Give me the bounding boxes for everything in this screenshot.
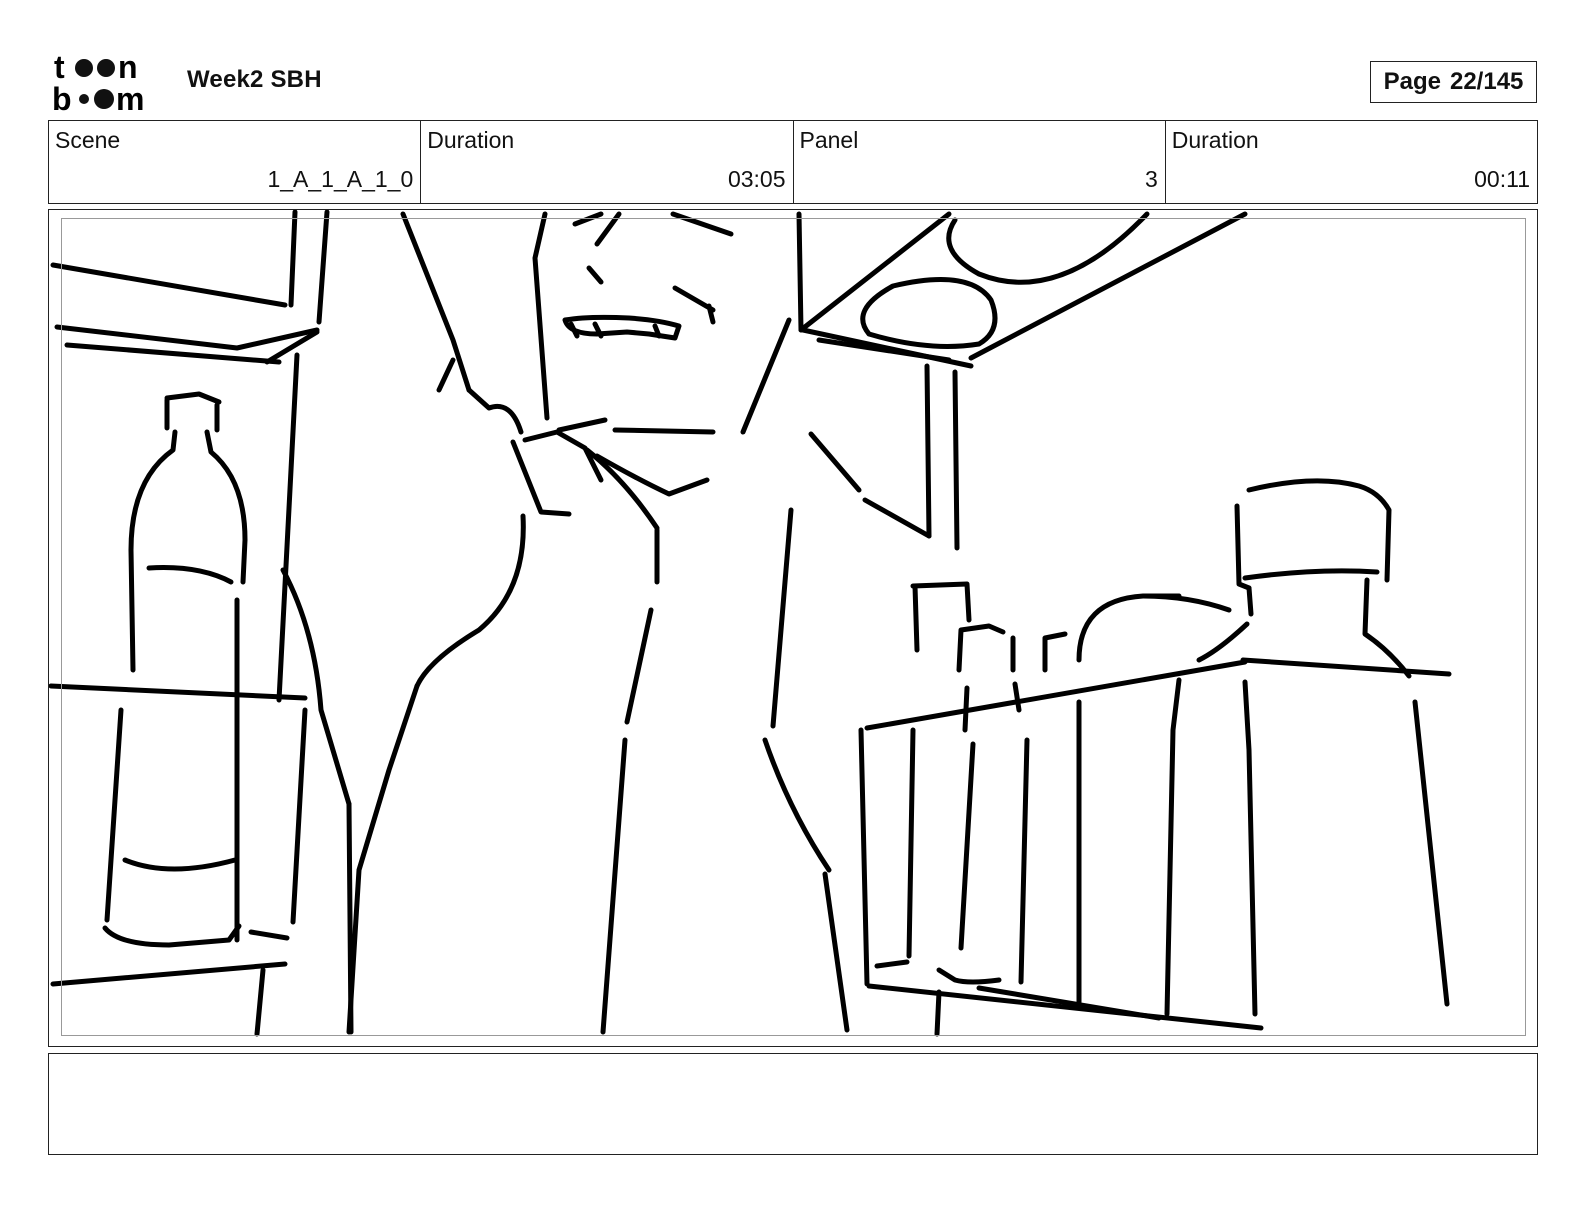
panel-info-table: Scene 1_A_1_A_1_0 Duration 03:05 Panel 3…: [48, 120, 1538, 204]
storyboard-sketch: [49, 210, 1452, 1037]
scene-duration-cell: Duration 03:05: [421, 121, 794, 203]
panel-duration-value: 00:11: [1474, 166, 1530, 192]
scene-cell: Scene 1_A_1_A_1_0: [49, 121, 422, 203]
panel-duration-cell: Duration 00:11: [1166, 121, 1537, 203]
scene-duration-value: 03:05: [727, 166, 786, 192]
storyboard-panel-image: [48, 209, 1538, 1047]
svg-text:t: t: [54, 50, 65, 85]
scene-value: 1_A_1_A_1_0: [267, 166, 414, 192]
dialogue-notes-box[interactable]: [48, 1053, 1538, 1155]
page-label: Page: [1383, 68, 1441, 95]
panel-cell: Panel 3: [794, 121, 1166, 203]
page-indicator: Page 22/145: [1370, 61, 1537, 103]
panel-label: Panel: [799, 127, 859, 153]
svg-text:b: b: [52, 81, 72, 112]
project-title: Week2 SBH: [187, 66, 322, 93]
scene-label: Scene: [55, 127, 121, 153]
svg-text:m: m: [116, 81, 144, 112]
scene-duration-label: Duration: [427, 127, 515, 153]
panel-value: 3: [1144, 166, 1158, 192]
toon-boom-logo: t n b m: [52, 50, 164, 112]
svg-text:n: n: [118, 50, 138, 85]
page-number: 22/145: [1449, 68, 1524, 95]
panel-duration-label: Duration: [1171, 127, 1259, 153]
